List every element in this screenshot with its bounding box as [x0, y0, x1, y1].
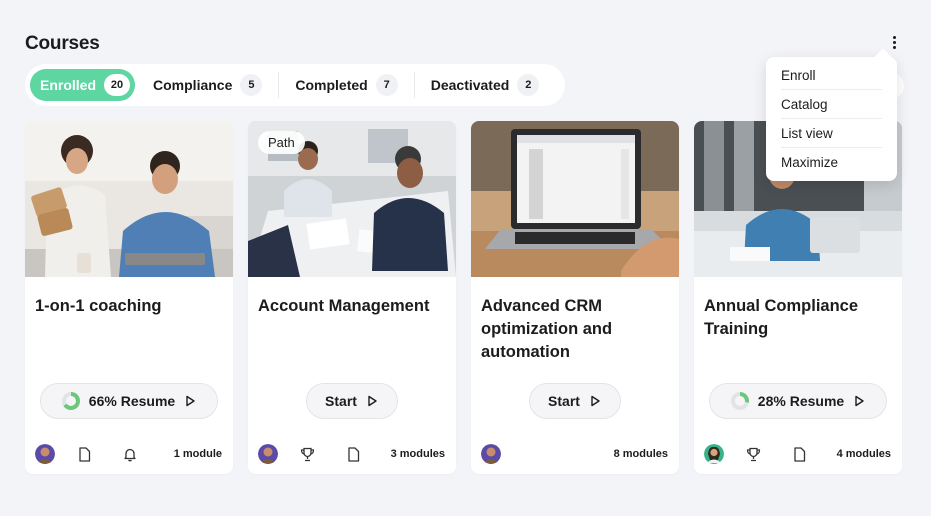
document-icon: [791, 446, 807, 462]
menu-item-maximize[interactable]: Maximize: [781, 148, 882, 177]
course-title: 1-on-1 coaching: [35, 297, 162, 315]
play-icon: [591, 395, 600, 407]
more-options-icon[interactable]: [883, 31, 905, 53]
play-icon: [855, 395, 864, 407]
tab-deactivated[interactable]: Deactivated 2: [421, 69, 550, 101]
menu-item-enroll[interactable]: Enroll: [781, 61, 882, 90]
tab-enrolled[interactable]: Enrolled 20: [30, 69, 136, 101]
avatar[interactable]: [481, 444, 501, 464]
resume-button[interactable]: 66% Resume: [40, 383, 218, 419]
module-count: 1 module: [173, 448, 222, 460]
progress-ring: [730, 392, 749, 410]
play-icon: [186, 395, 195, 407]
card-footer: 8 modules: [481, 444, 668, 464]
course-tabs: Enrolled 20 Compliance 5 Completed 7 Dea…: [25, 64, 565, 106]
course-thumbnail: [25, 121, 233, 277]
divider: [278, 72, 280, 98]
card-footer: 4 modules: [704, 444, 891, 464]
progress-ring: [61, 392, 80, 410]
start-button[interactable]: Start: [306, 383, 398, 419]
options-menu: Enroll Catalog List view Maximize: [766, 57, 897, 181]
avatar[interactable]: [35, 444, 55, 464]
tab-label: Compliance: [153, 77, 233, 93]
course-title: Annual Compliance Training: [704, 297, 859, 338]
divider: [413, 72, 415, 98]
course-title: Account Management: [258, 297, 430, 315]
course-card[interactable]: Path Account Management Start 3 modules: [248, 121, 456, 474]
action-label: Start: [548, 393, 580, 409]
action-label: 66% Resume: [88, 393, 176, 409]
count-badge: 20: [104, 74, 131, 96]
card-footer: 3 modules: [258, 444, 445, 464]
menu-item-catalog[interactable]: Catalog: [781, 90, 882, 119]
module-count: 8 modules: [613, 448, 668, 460]
course-title: Advanced CRM optimization and automation: [481, 297, 613, 361]
count-badge: 2: [517, 74, 540, 96]
resume-button[interactable]: 28% Resume: [709, 383, 887, 419]
document-icon: [345, 446, 361, 462]
document-icon: [76, 446, 92, 462]
trophy-icon: [299, 446, 315, 462]
course-thumbnail: [471, 121, 679, 277]
tab-label: Completed: [295, 77, 368, 93]
tab-compliance[interactable]: Compliance 5: [143, 69, 272, 101]
path-tag: Path: [258, 131, 305, 154]
tab-label: Deactivated: [430, 77, 510, 93]
menu-item-list-view[interactable]: List view: [781, 119, 882, 148]
module-count: 3 modules: [390, 448, 445, 460]
avatar[interactable]: [258, 444, 278, 464]
course-card[interactable]: Advanced CRM optimization and automation…: [471, 121, 679, 474]
bell-icon: [122, 446, 138, 462]
course-thumbnail: Path: [248, 121, 456, 277]
play-icon: [368, 395, 377, 407]
module-count: 4 modules: [836, 448, 891, 460]
count-badge: 5: [240, 74, 263, 96]
course-card[interactable]: 1-on-1 coaching 66% Resume 1 module: [25, 121, 233, 474]
count-badge: 7: [375, 74, 398, 96]
tab-completed[interactable]: Completed 7: [285, 69, 407, 101]
card-footer: 1 module: [35, 444, 222, 464]
action-label: 28% Resume: [757, 393, 845, 409]
tab-label: Enrolled: [40, 77, 97, 93]
avatar[interactable]: [704, 444, 724, 464]
page-title: Courses: [25, 33, 100, 54]
start-button[interactable]: Start: [529, 383, 621, 419]
action-label: Start: [325, 393, 357, 409]
trophy-icon: [745, 446, 761, 462]
